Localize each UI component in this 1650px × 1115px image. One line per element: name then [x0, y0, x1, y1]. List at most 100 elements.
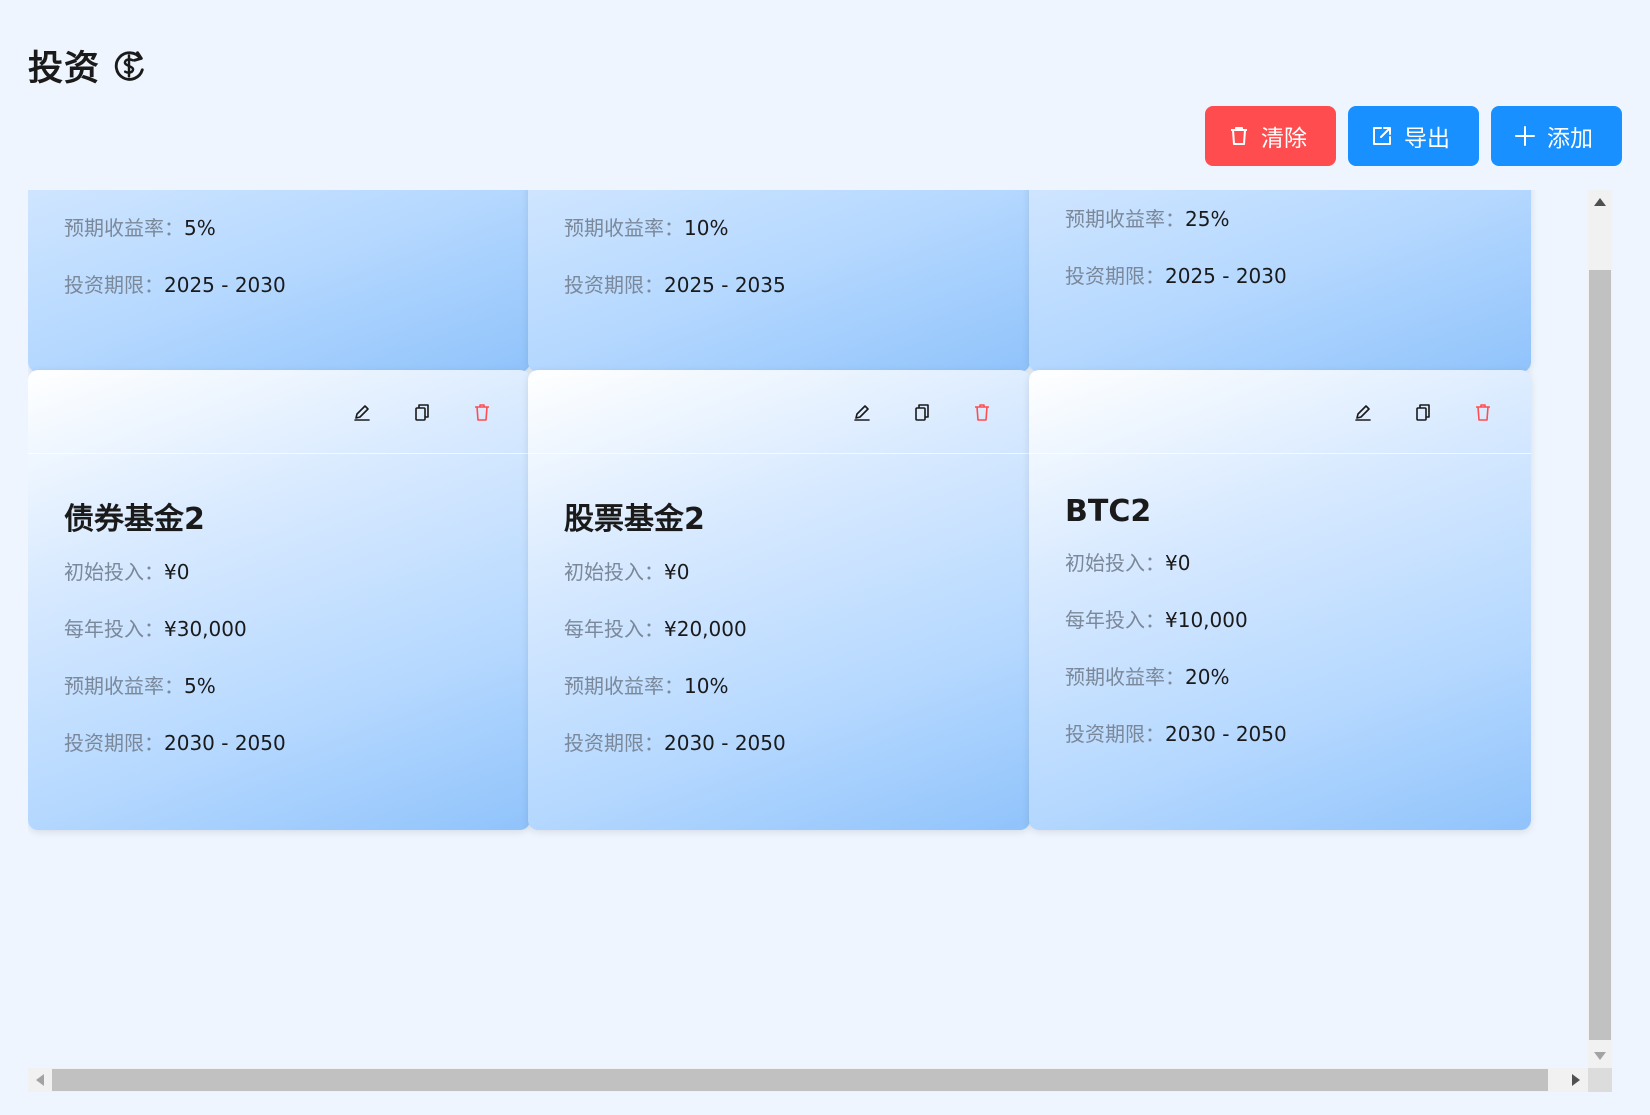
field-value: 5% — [184, 216, 216, 240]
field-value: 10% — [684, 674, 729, 698]
scroll-right-icon[interactable] — [1572, 1074, 1580, 1086]
card-body: BTC2 初始投入：¥0 每年投入：¥10,000 预期收益率：20% 投资期限：203… — [1029, 454, 1531, 746]
field-value: 25% — [1185, 207, 1230, 231]
card-actions — [28, 370, 530, 454]
delete-icon[interactable] — [972, 402, 992, 422]
clear-button-label: 清除 — [1261, 126, 1307, 152]
horizontal-scroll-thumb[interactable] — [52, 1069, 1548, 1091]
card-field-yearly: 每年投入：¥30,000 — [64, 617, 494, 641]
field-value: 2030 - 2050 — [164, 731, 286, 755]
field-label: 预期收益率： — [564, 216, 684, 240]
card-field-period: 投资期限：2025 - 2030 — [64, 273, 494, 297]
scroll-down-icon[interactable] — [1594, 1052, 1606, 1060]
card-field-initial: 初始投入：¥0 — [64, 560, 494, 584]
field-label: 投资期限： — [1065, 722, 1165, 746]
field-label: 初始投入： — [564, 560, 664, 584]
card-field-period: 投资期限：2030 - 2050 — [64, 731, 494, 755]
card-title: 债券基金2 — [64, 502, 205, 537]
investment-card: BTC初始投入：¥2,000每年投入：¥1,000预期收益率：25%投资期限：2… — [1029, 190, 1531, 372]
card-body: 股票基金初始投入：¥0每年投入：¥2,000预期收益率：10%投资期限：2025… — [528, 190, 1030, 297]
card-body: 债券基金初始投入：¥0每年投入：¥3,000预期收益率：5%投资期限：2025 … — [28, 190, 530, 297]
card-field-rate: 预期收益率：5% — [64, 216, 494, 240]
edit-icon[interactable] — [852, 402, 872, 422]
field-value: 2025 - 2035 — [664, 273, 786, 297]
card-field-rate: 预期收益率：5% — [64, 674, 494, 698]
card-field-period: 投资期限：2030 - 2050 — [1065, 722, 1495, 746]
card-field-rate: 预期收益率：10% — [564, 674, 994, 698]
scroll-up-icon[interactable] — [1594, 198, 1606, 206]
field-value: ¥0 — [1165, 551, 1191, 575]
edit-icon[interactable] — [352, 402, 372, 422]
field-value: 2025 - 2030 — [1165, 264, 1287, 288]
export-icon — [1373, 127, 1391, 145]
card-scroll-area[interactable]: 债券基金初始投入：¥0每年投入：¥3,000预期收益率：5%投资期限：2025 … — [28, 190, 1612, 1092]
copy-icon[interactable] — [412, 402, 432, 422]
copy-icon[interactable] — [1413, 402, 1433, 422]
page-header: 投资 — [28, 40, 148, 91]
trash-icon — [1231, 127, 1247, 145]
field-label: 投资期限： — [564, 731, 664, 755]
add-button-label: 添加 — [1547, 126, 1593, 152]
field-label: 初始投入： — [64, 560, 164, 584]
investment-card: 股票基金初始投入：¥0每年投入：¥2,000预期收益率：10%投资期限：2025… — [528, 190, 1030, 372]
delete-icon[interactable] — [1473, 402, 1493, 422]
card-field-rate: 预期收益率：10% — [564, 216, 994, 240]
card-actions — [1029, 370, 1531, 454]
field-label: 预期收益率： — [64, 216, 184, 240]
card-body: 债券基金2 初始投入：¥0 每年投入：¥30,000 预期收益率：5% 投资期限：203… — [28, 454, 530, 755]
field-value: 10% — [684, 216, 729, 240]
card-title: BTC2 — [1065, 494, 1152, 529]
card-actions — [528, 370, 1030, 454]
copy-icon[interactable] — [912, 402, 932, 422]
card-field-yearly: 每年投入：¥20,000 — [564, 617, 994, 641]
card-field-rate: 预期收益率：20% — [1065, 665, 1495, 689]
scroll-left-icon[interactable] — [36, 1074, 44, 1086]
page-title: 投资 — [28, 49, 101, 89]
add-button[interactable]: 添加 — [1491, 106, 1622, 166]
card-field-period: 投资期限：2025 - 2035 — [564, 273, 994, 297]
field-label: 每年投入： — [64, 617, 164, 641]
field-label: 预期收益率： — [1065, 665, 1185, 689]
investment-card: 债券基金2 初始投入：¥0 每年投入：¥30,000 预期收益率：5% 投资期限：203… — [28, 370, 530, 830]
card-field-rate: 预期收益率：25% — [1065, 207, 1495, 231]
scrollbar-corner — [1588, 1068, 1612, 1092]
field-label: 投资期限： — [1065, 264, 1165, 288]
field-label: 投资期限： — [64, 731, 164, 755]
export-button-label: 导出 — [1404, 126, 1450, 152]
clear-button[interactable]: 清除 — [1205, 106, 1336, 166]
field-label: 投资期限： — [564, 273, 664, 297]
card-field-initial: 初始投入：¥0 — [564, 560, 994, 584]
field-label: 每年投入： — [1065, 608, 1165, 632]
investment-card: 股票基金2 初始投入：¥0 每年投入：¥20,000 预期收益率：10% 投资期限：20… — [528, 370, 1030, 830]
field-label: 预期收益率： — [1065, 207, 1185, 231]
horizontal-scrollbar[interactable] — [28, 1068, 1588, 1092]
field-value: ¥10,000 — [1165, 608, 1248, 632]
vertical-scroll-thumb[interactable] — [1589, 270, 1611, 1040]
card-field-period: 投资期限：2030 - 2050 — [564, 731, 994, 755]
card-body: 股票基金2 初始投入：¥0 每年投入：¥20,000 预期收益率：10% 投资期限：20… — [528, 454, 1030, 755]
investment-card: 债券基金初始投入：¥0每年投入：¥3,000预期收益率：5%投资期限：2025 … — [28, 190, 530, 372]
field-label: 每年投入： — [564, 617, 664, 641]
card-title: 股票基金2 — [564, 502, 705, 537]
field-label: 初始投入： — [1065, 551, 1165, 575]
field-label: 投资期限： — [64, 273, 164, 297]
field-value: 5% — [184, 674, 216, 698]
card-field-period: 投资期限：2025 - 2030 — [1065, 264, 1495, 288]
field-value: ¥30,000 — [164, 617, 247, 641]
export-button[interactable]: 导出 — [1348, 106, 1479, 166]
delete-icon[interactable] — [472, 402, 492, 422]
investment-page: 投资 清除 导出 添加 预期收益率：5% 投资期限：2025 - 2030 预期… — [0, 0, 1650, 1115]
field-value: ¥0 — [664, 560, 690, 584]
field-value: 2025 - 2030 — [164, 273, 286, 297]
field-value: 20% — [1185, 665, 1230, 689]
field-value: 2030 - 2050 — [1165, 722, 1287, 746]
card-field-yearly: 每年投入：¥10,000 — [1065, 608, 1495, 632]
field-value: ¥20,000 — [664, 617, 747, 641]
card-field-initial: 初始投入：¥0 — [1065, 551, 1495, 575]
edit-icon[interactable] — [1353, 402, 1373, 422]
field-value: 2030 - 2050 — [664, 731, 786, 755]
card-body: BTC初始投入：¥2,000每年投入：¥1,000预期收益率：25%投资期限：2… — [1029, 190, 1531, 288]
dollar-cycle-icon — [110, 47, 148, 85]
vertical-scrollbar[interactable] — [1588, 190, 1612, 1068]
field-label: 预期收益率： — [564, 674, 684, 698]
